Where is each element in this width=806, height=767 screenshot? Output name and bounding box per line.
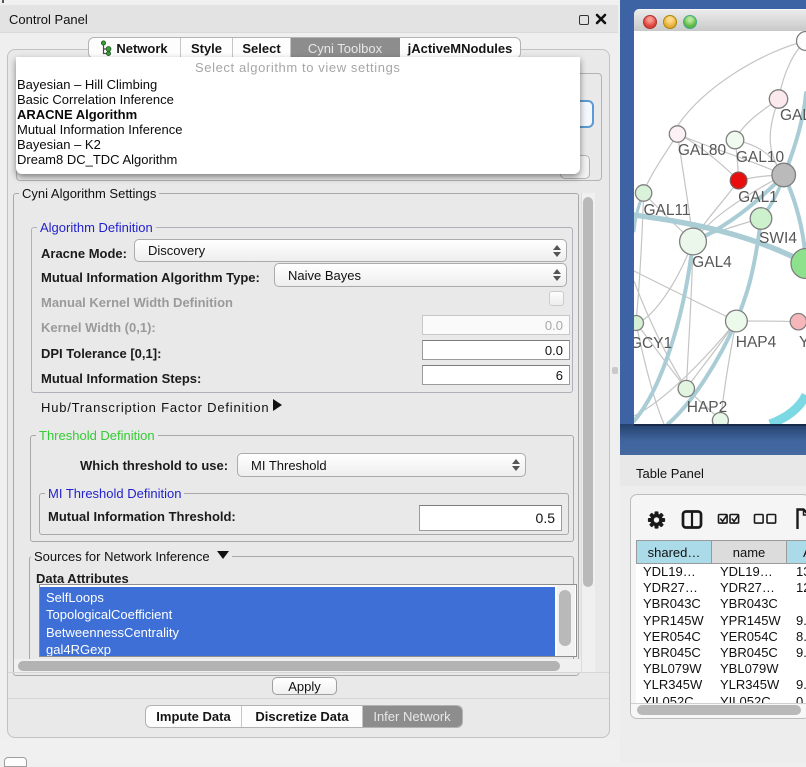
svg-text:HAP2: HAP2 (687, 399, 728, 416)
svg-text:GCY1: GCY1 (634, 335, 672, 352)
svg-text:GAL80: GAL80 (678, 142, 727, 159)
svg-text:HAP4: HAP4 (736, 334, 777, 351)
svg-text:YM: YM (799, 334, 806, 351)
svg-text:SWI4: SWI4 (759, 230, 797, 247)
svg-text:GAL1: GAL1 (738, 189, 778, 206)
svg-text:GAL11: GAL11 (643, 202, 690, 219)
svg-text:GAL2: GAL2 (780, 107, 806, 124)
svg-text:GAL4: GAL4 (692, 254, 732, 271)
svg-text:GAL10: GAL10 (736, 149, 785, 166)
